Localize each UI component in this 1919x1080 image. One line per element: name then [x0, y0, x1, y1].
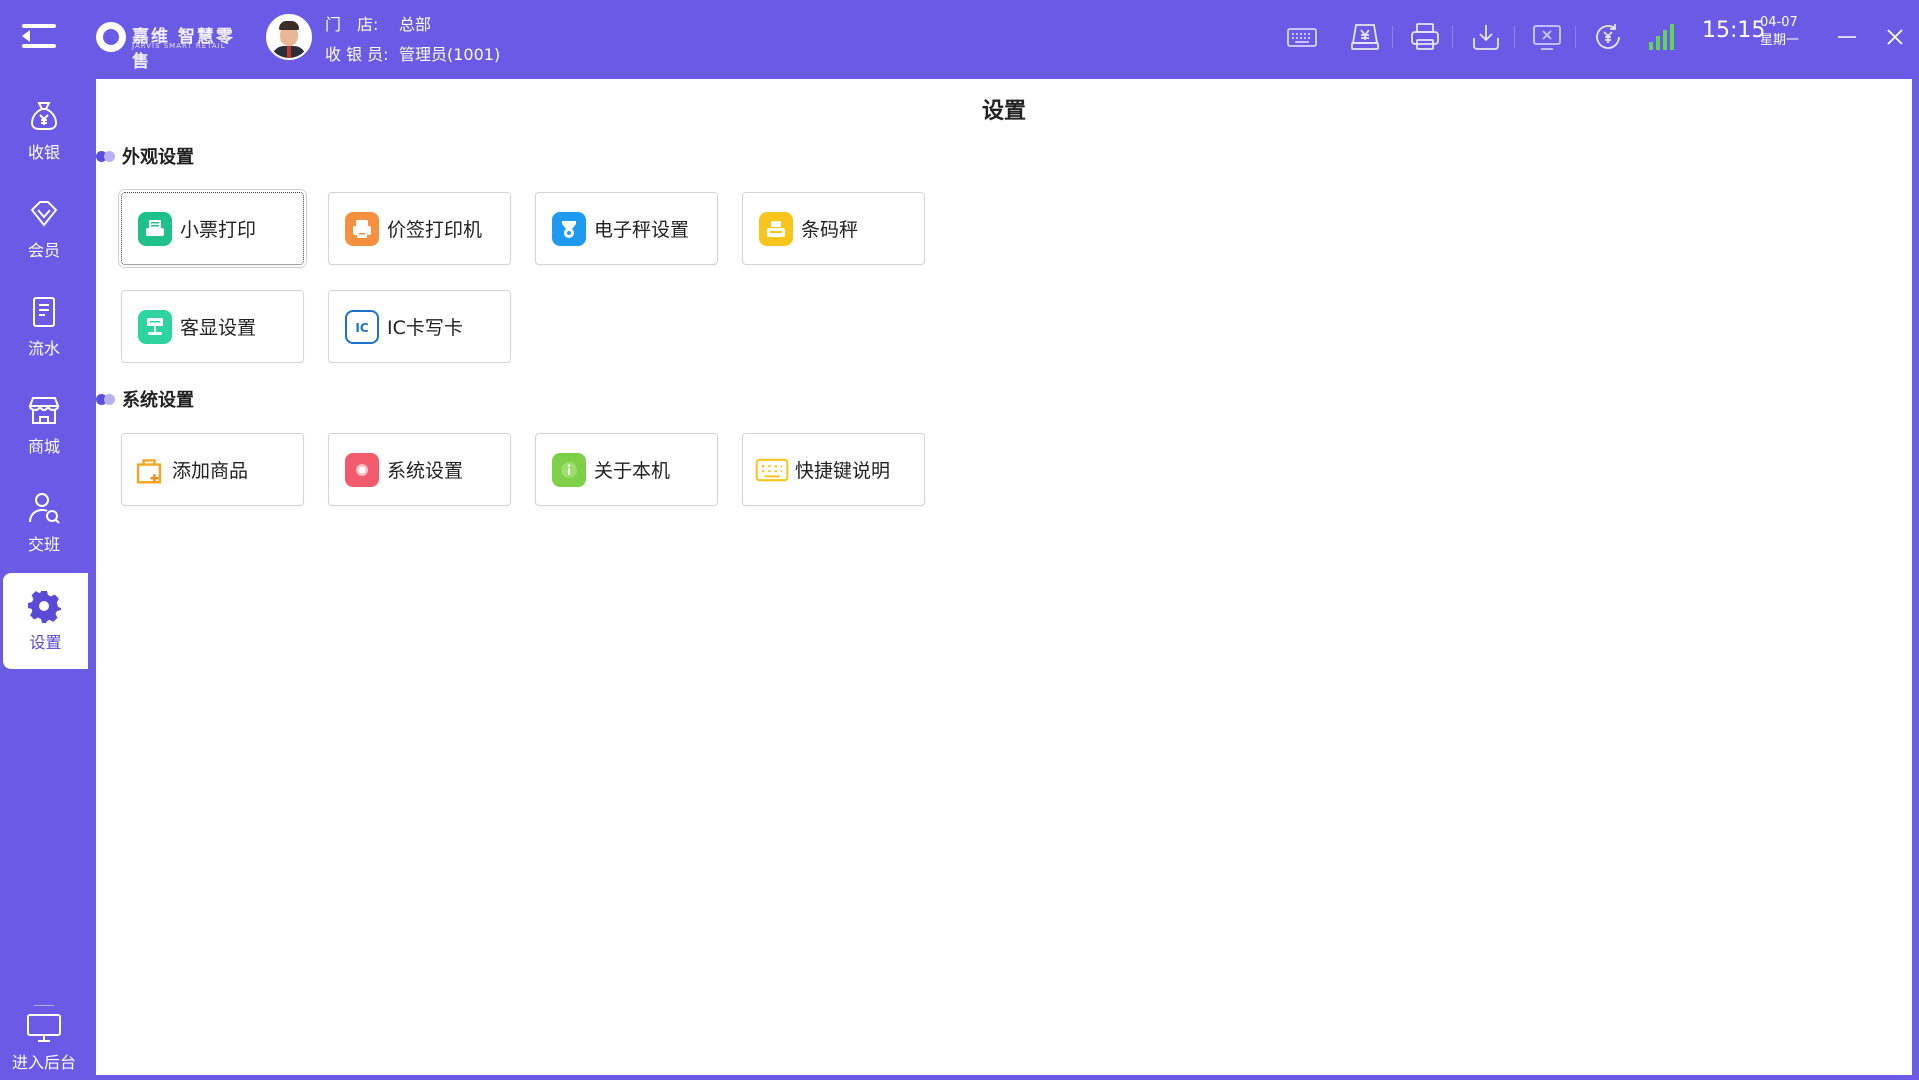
- gear-icon: [28, 591, 61, 623]
- tile-shortcut-help[interactable]: 快捷键说明: [742, 433, 925, 506]
- enter-backend-label: 进入后台: [11, 1053, 76, 1072]
- tile-label: 小票打印: [180, 219, 257, 241]
- barcode-scale-icon: [759, 211, 793, 246]
- sync-icon[interactable]: [1591, 20, 1625, 54]
- tile-label: 价签打印机: [387, 219, 483, 241]
- monitor-icon: [27, 1014, 61, 1042]
- user-switch-icon: [29, 493, 60, 524]
- tile-electronic-scale[interactable]: 电子秤设置: [535, 192, 718, 265]
- cash-bag-icon: [30, 102, 58, 130]
- sidebar-item-member[interactable]: 会员: [0, 181, 88, 277]
- sidebar-item-settings[interactable]: 设置: [3, 573, 88, 669]
- section-title-system: 系统设置: [96, 386, 194, 412]
- printer-icon[interactable]: [1408, 20, 1442, 54]
- settings-panel: 设置 外观设置 小票打印 价签打印机 电子秤设置 条码秤 客显设置 IC IC卡…: [96, 79, 1912, 1075]
- ic-card-icon: IC: [345, 309, 379, 344]
- add-product-icon: [132, 453, 166, 487]
- keyboard-icon[interactable]: [1285, 20, 1319, 54]
- page-title: 设置: [981, 99, 1026, 124]
- sidebar-item-label: 流水: [27, 339, 60, 358]
- tile-label: 关于本机: [594, 460, 671, 482]
- tile-label-printer[interactable]: 价签打印机: [328, 192, 511, 265]
- cashier-label: 收 银 员:: [325, 45, 389, 64]
- keyboard-icon: [755, 453, 789, 487]
- system-settings-icon: [345, 452, 379, 487]
- sidebar-item-label: 商城: [27, 437, 60, 456]
- tile-barcode-scale[interactable]: 条码秤: [742, 192, 925, 265]
- menu-toggle-icon[interactable]: [22, 22, 56, 50]
- section-dot-icon: [96, 392, 120, 406]
- download-icon[interactable]: [1469, 20, 1503, 54]
- store-info: 门 店: 总部 收 银 员: 管理员(1001): [325, 10, 500, 70]
- receipt-printer-icon: [138, 211, 172, 246]
- cashier-value: 管理员(1001): [399, 45, 501, 64]
- document-icon: [33, 297, 55, 327]
- store-value: 总部: [399, 15, 432, 34]
- sidebar-item-shift[interactable]: 交班: [0, 475, 88, 571]
- minimize-button[interactable]: [1830, 20, 1864, 54]
- tile-receipt-print[interactable]: 小票打印: [118, 189, 307, 268]
- tile-customer-display[interactable]: 客显设置: [121, 290, 304, 363]
- avatar[interactable]: [266, 14, 312, 60]
- app-logo: 嘉维 智慧零售 JARVIS SMART RETAIL: [96, 20, 252, 72]
- tile-label: IC卡写卡: [387, 317, 463, 339]
- sidebar-item-label: 设置: [29, 633, 62, 652]
- clock-time: 15:15: [1702, 18, 1766, 43]
- date-value: 04-07: [1760, 15, 1798, 30]
- enter-backend-button[interactable]: 进入后台: [0, 1013, 88, 1080]
- tile-ic-card[interactable]: IC IC卡写卡: [328, 290, 511, 363]
- section-dot-icon: [96, 149, 120, 163]
- logo-tagline: JARVIS SMART RETAIL: [132, 42, 226, 50]
- tile-label: 客显设置: [180, 317, 257, 339]
- svg-text:IC: IC: [355, 321, 368, 335]
- section-title-text: 系统设置: [122, 390, 194, 411]
- section-title-text: 外观设置: [122, 147, 194, 168]
- sidebar: 收银 会员 流水 商城 交班 设置 进入后台: [0, 73, 88, 1080]
- weekday-value: 星期一: [1760, 33, 1800, 48]
- section-title-appearance: 外观设置: [96, 143, 194, 169]
- sidebar-item-store[interactable]: 商城: [0, 377, 88, 473]
- tile-about-device[interactable]: 关于本机: [535, 433, 718, 506]
- tile-label: 电子秤设置: [594, 219, 690, 241]
- sidebar-item-cashier[interactable]: 收银: [0, 83, 88, 179]
- clock-date: 04-07 星期一: [1760, 14, 1799, 50]
- tile-system-settings[interactable]: 系统设置: [328, 433, 511, 506]
- scale-icon: [552, 211, 586, 246]
- store-label: 门 店:: [325, 15, 379, 34]
- screen-close-icon[interactable]: [1530, 20, 1564, 54]
- tile-label: 系统设置: [387, 460, 464, 482]
- cash-drawer-icon[interactable]: [1348, 20, 1382, 54]
- sidebar-item-transactions[interactable]: 流水: [0, 279, 88, 375]
- sidebar-item-label: 交班: [27, 535, 60, 554]
- top-bar: 嘉维 智慧零售 JARVIS SMART RETAIL 门 店: 总部 收 银 …: [0, 0, 1919, 73]
- customer-display-icon: [138, 309, 172, 344]
- tile-add-product[interactable]: 添加商品: [121, 433, 304, 506]
- diamond-icon: [30, 201, 58, 227]
- logo-mark-icon: [96, 22, 126, 52]
- tile-label: 添加商品: [172, 460, 249, 482]
- label-printer-icon: [345, 211, 379, 246]
- info-icon: [552, 452, 586, 487]
- tile-label: 条码秤: [801, 219, 859, 241]
- sidebar-item-label: 收银: [27, 143, 60, 162]
- sidebar-item-label: 会员: [27, 241, 60, 260]
- tile-label: 快捷键说明: [795, 460, 891, 482]
- signal-strength-icon: [1645, 20, 1679, 54]
- close-button[interactable]: [1878, 20, 1912, 54]
- store-icon: [28, 397, 60, 424]
